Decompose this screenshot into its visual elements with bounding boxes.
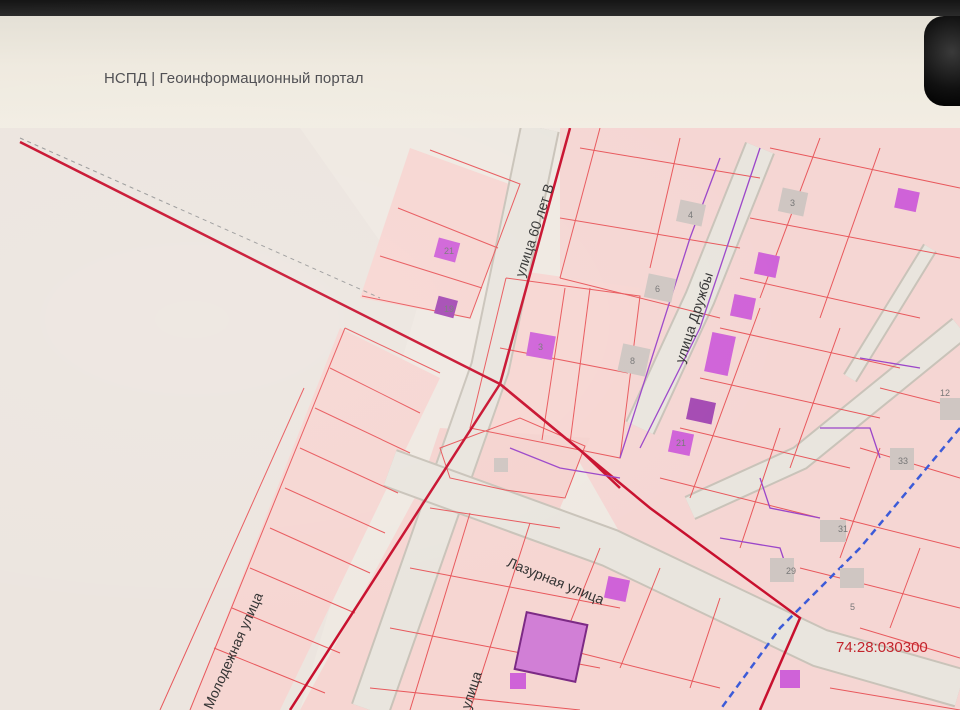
parcel-number: 29	[786, 566, 796, 576]
building[interactable]	[603, 575, 631, 603]
parcel-number: 5	[850, 602, 855, 612]
building[interactable]	[780, 670, 800, 688]
webcam-edge	[924, 16, 960, 106]
building[interactable]	[729, 293, 757, 321]
parcel-number: 8	[630, 356, 635, 366]
parcel-number: 6	[655, 284, 660, 294]
parcel-number: 4	[688, 210, 693, 220]
building[interactable]	[510, 673, 526, 689]
portal-title[interactable]: НСПД | Геоинформационный портал	[104, 70, 364, 87]
cadastral-quarter-label[interactable]: 74:28:030300	[836, 639, 928, 656]
parcel-number: 3	[538, 342, 543, 352]
parcel-number: 3	[790, 198, 795, 208]
building-large[interactable]	[513, 611, 589, 683]
parcel-number: 33	[898, 456, 908, 466]
browser-screen: НСПД | Геоинформационный портал 21 19 3 …	[0, 16, 960, 710]
building[interactable]	[753, 251, 781, 279]
parcel-number: 31	[838, 524, 848, 534]
parcel-number: 12	[940, 388, 950, 398]
parcel-number: 19	[444, 304, 454, 314]
portal-header: НСПД | Геоинформационный портал	[0, 16, 960, 129]
cadastral-map[interactable]: 21 19 3 8 6 4 3 21 12 33 31 29 5 улица 6…	[0, 128, 960, 710]
parcel-number: 21	[676, 438, 686, 448]
map-canvas[interactable]: 21 19 3 8 6 4 3 21 12 33 31 29 5 улица 6…	[0, 128, 960, 710]
parcel-number: 21	[444, 246, 454, 256]
